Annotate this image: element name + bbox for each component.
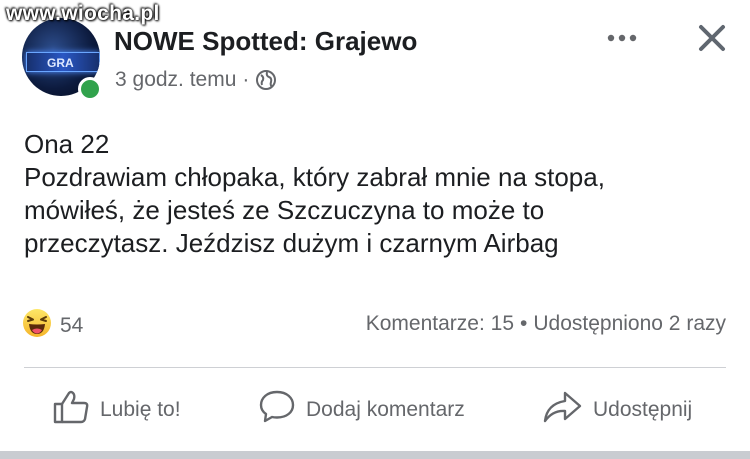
close-icon	[699, 25, 725, 51]
online-status-dot	[78, 77, 102, 101]
post-line: mówiłeś, że jesteś ze Szczuczyna to może…	[24, 195, 545, 225]
stats-separator: •	[520, 312, 528, 335]
avatar-sign: GRA	[26, 52, 100, 72]
like-button[interactable]: Lubię to!	[52, 389, 181, 431]
more-options-button[interactable]	[602, 20, 642, 56]
close-button[interactable]	[690, 18, 734, 58]
post-actions-bar: Lubię to! Dodaj komentarz Udostępnij	[0, 383, 750, 437]
reactions-summary[interactable]: 54	[22, 308, 83, 344]
post-line: przeczytasz. Jeździsz dużym i czarnym Ai…	[24, 228, 559, 258]
watermark: www.wiocha.pl	[6, 2, 160, 25]
more-dots-icon	[607, 34, 637, 42]
shares-count-link[interactable]: Udostępniono 2 razy	[533, 312, 726, 336]
page-name-link[interactable]: NOWE Spotted: Grajewo	[114, 26, 417, 57]
comment-bubble-icon	[258, 389, 296, 431]
reaction-count: 54	[60, 314, 84, 337]
share-button[interactable]: Udostępnij	[541, 389, 692, 431]
bottom-separator-bar	[0, 451, 750, 459]
post-timestamp[interactable]: 3 godz. temu	[115, 68, 236, 92]
post-body: Ona 22 Pozdrawiam chłopaka, który zabrał…	[24, 128, 605, 260]
actions-divider	[24, 367, 726, 368]
comments-count-link[interactable]: Komentarze: 15	[366, 312, 514, 336]
thumbs-up-icon	[52, 389, 90, 431]
post-meta: 3 godz. temu ·	[115, 68, 277, 92]
post-stats: Komentarze: 15 • Udostępniono 2 razy	[366, 312, 726, 336]
haha-emoji-icon	[22, 308, 52, 344]
comment-button[interactable]: Dodaj komentarz	[258, 389, 465, 431]
like-label: Lubię to!	[100, 398, 181, 421]
meta-separator: ·	[242, 68, 250, 91]
globe-icon	[255, 69, 277, 91]
post-line: Ona 22	[24, 129, 110, 159]
comment-label: Dodaj komentarz	[306, 398, 465, 421]
post-line: Pozdrawiam chłopaka, który zabrał mnie n…	[24, 162, 605, 192]
share-arrow-icon	[541, 389, 583, 431]
share-label: Udostępnij	[593, 398, 693, 421]
